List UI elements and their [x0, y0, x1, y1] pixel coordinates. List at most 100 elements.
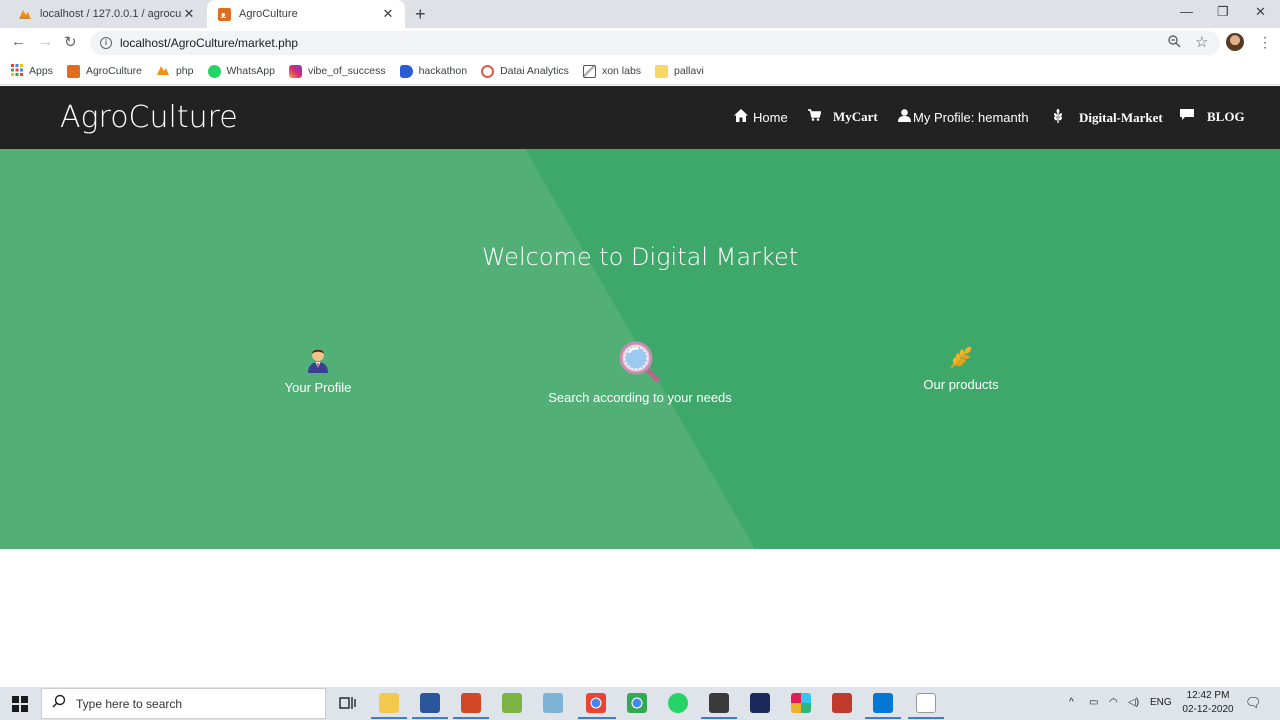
instagram-icon: [288, 64, 302, 78]
bookmark-label: Datai Analytics: [500, 65, 569, 77]
bookmark-xonlabs[interactable]: xon labs: [582, 64, 641, 78]
bookmark-label: Apps: [29, 65, 53, 77]
feature-search[interactable]: Search according to your needs: [540, 341, 740, 405]
nav-blog-label: BLOG: [1207, 109, 1245, 124]
chrome-icon[interactable]: [586, 693, 606, 713]
bookmark-label: vibe_of_success: [307, 65, 386, 77]
bookmark-datai[interactable]: Datai Analytics: [481, 64, 569, 78]
market-banner: Welcome to Digital Market Your Profile S…: [0, 149, 1280, 549]
nav-cart[interactable]: MyCart: [808, 109, 878, 125]
maximize-icon[interactable]: ❐: [1217, 4, 1229, 20]
app-icon[interactable]: [543, 693, 563, 713]
feature-your-profile[interactable]: Your Profile: [268, 345, 368, 395]
feature-our-products[interactable]: Our products: [911, 344, 1011, 392]
menu-icon[interactable]: ⋮: [1258, 34, 1272, 51]
nav-home[interactable]: Home: [734, 109, 788, 125]
notification-icon[interactable]: 🗨: [1245, 695, 1262, 711]
site-navbar: AgroCulture Home MyCart My Profile: hema…: [0, 86, 1280, 149]
windows-start-icon[interactable]: [12, 696, 28, 712]
task-view-icon[interactable]: [337, 693, 357, 713]
wheat-icon: [911, 344, 1011, 373]
tab-agroculture[interactable]: ᴥ AgroCulture ✕: [207, 0, 405, 28]
chrome-profile-icon[interactable]: [627, 693, 647, 713]
site-brand[interactable]: AgroCulture: [60, 100, 238, 135]
svg-text:ᴥ: ᴥ: [220, 10, 226, 20]
running-indicator: [371, 717, 407, 719]
address-bar[interactable]: i localhost/AgroCulture/market.php: [90, 31, 1220, 55]
svg-text:PMA: PMA: [20, 15, 29, 20]
media-app-icon[interactable]: [832, 693, 852, 713]
apps-grid-icon: [11, 63, 23, 79]
person-icon: [268, 345, 368, 376]
close-tab-icon[interactable]: ✕: [381, 6, 395, 22]
windows-taskbar: Type here to search ^ ▭ ◠ ◁) ENG 12:42 P…: [0, 687, 1280, 720]
bookmark-php[interactable]: php: [156, 64, 194, 79]
nav-digital-market-label: Digital-Market: [1079, 110, 1163, 125]
tab-phpmyadmin[interactable]: PMA localhost / 127.0.0.1 / agroculture …: [8, 0, 206, 28]
clock-date: 02-12-2020: [1182, 704, 1234, 715]
bookmark-whatsapp[interactable]: WhatsApp: [207, 64, 275, 78]
bookmark-apps[interactable]: Apps: [11, 63, 53, 79]
user-icon: [898, 109, 911, 125]
banner-title: Welcome to Digital Market: [481, 243, 799, 271]
phpmyadmin-icon: PMA: [18, 7, 32, 21]
profile-avatar[interactable]: [1226, 33, 1244, 51]
datai-icon: [481, 64, 495, 78]
magnifier-icon: [540, 341, 740, 386]
volume-icon[interactable]: ◁): [1128, 697, 1139, 708]
language-indicator[interactable]: ENG: [1150, 697, 1172, 708]
bookmark-pallavi[interactable]: pallavi: [655, 64, 704, 78]
taskbar-search-box[interactable]: Type here to search: [41, 688, 326, 719]
running-indicator: [453, 717, 489, 719]
dev-cpp-icon[interactable]: [750, 693, 770, 713]
nav-profile-label: My Profile: hemanth: [913, 109, 1029, 125]
paint-icon[interactable]: [502, 693, 522, 713]
url-text[interactable]: localhost/AgroCulture/market.php: [120, 36, 298, 50]
wifi-icon[interactable]: ◠: [1109, 697, 1118, 708]
powerpoint-icon[interactable]: [461, 693, 481, 713]
active-indicator: [578, 717, 616, 719]
folder-icon: [655, 64, 669, 78]
word-icon[interactable]: [420, 693, 440, 713]
reload-icon[interactable]: ↻: [64, 33, 77, 51]
back-icon[interactable]: ←: [11, 33, 26, 50]
comment-icon: [1180, 109, 1194, 125]
info-icon[interactable]: i: [100, 37, 112, 49]
hackathon-icon: [399, 64, 413, 78]
phpmyadmin-icon: [156, 64, 170, 79]
nav-home-label: Home: [753, 109, 788, 125]
notepad-icon[interactable]: [916, 693, 936, 713]
nav-cart-label: MyCart: [833, 109, 878, 124]
running-indicator: [701, 717, 737, 719]
whatsapp-icon[interactable]: [668, 693, 688, 713]
system-clock[interactable]: 12:42 PM 02-12-2020: [1178, 689, 1238, 717]
bookmark-star-icon[interactable]: ☆: [1195, 33, 1208, 51]
feature-label: Your Profile: [284, 380, 352, 395]
vscode-icon[interactable]: [873, 693, 893, 713]
image-icon: [582, 64, 596, 78]
nav-blog[interactable]: BLOG: [1180, 109, 1245, 125]
bookmark-label: AgroCulture: [85, 65, 142, 77]
nav-digital-market[interactable]: Digital-Market: [1053, 109, 1163, 127]
tab-strip: PMA localhost / 127.0.0.1 / agroculture …: [0, 0, 1280, 28]
chevron-up-icon[interactable]: ^: [1069, 697, 1074, 708]
new-tab-button[interactable]: +: [415, 4, 426, 25]
bookmark-hackathon[interactable]: hackathon: [399, 64, 467, 78]
minimize-icon[interactable]: —: [1180, 4, 1193, 19]
close-window-icon[interactable]: ✕: [1255, 4, 1266, 20]
forward-icon[interactable]: →: [38, 33, 53, 50]
battery-icon[interactable]: ▭: [1089, 697, 1098, 708]
feature-label: Our products: [923, 377, 999, 392]
nav-profile[interactable]: My Profile: hemanth: [898, 109, 1029, 125]
bookmark-agroculture[interactable]: AgroCulture: [66, 64, 142, 78]
close-tab-icon[interactable]: ✕: [182, 6, 196, 22]
bookmark-instagram[interactable]: vibe_of_success: [288, 64, 386, 78]
file-explorer-icon[interactable]: [379, 693, 399, 713]
zoom-icon[interactable]: [1168, 35, 1181, 51]
bookmark-label: php: [175, 65, 194, 77]
sublime-text-icon[interactable]: [709, 693, 729, 713]
search-icon: [52, 694, 66, 713]
cart-icon: [808, 109, 822, 125]
bookmarks-bar: Apps AgroCulture php WhatsApp vibe_of_su…: [0, 58, 1280, 85]
slack-icon[interactable]: [791, 693, 811, 713]
